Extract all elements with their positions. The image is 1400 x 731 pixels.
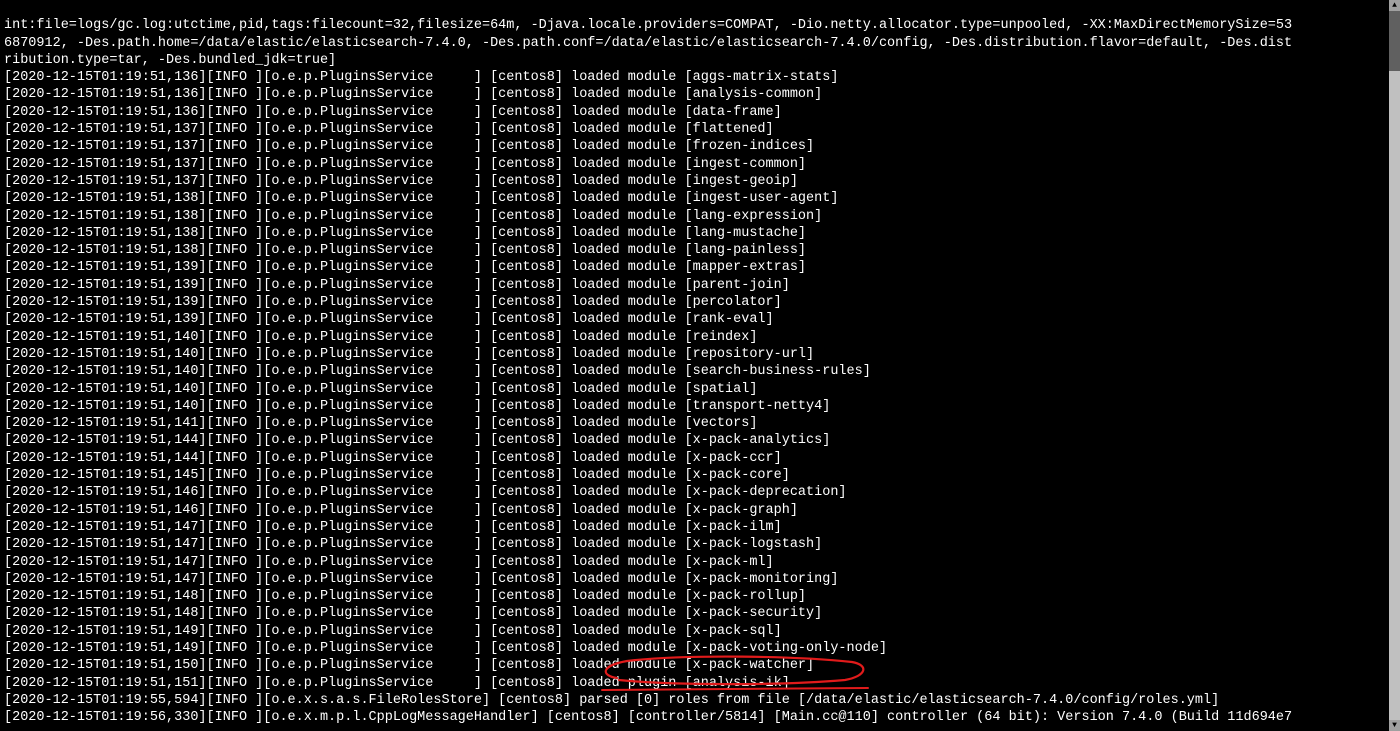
log-line: [2020-12-15T01:19:51,148][INFO ][o.e.p.P… [4,589,806,604]
log-line: [2020-12-15T01:19:51,151][INFO ][o.e.p.P… [4,676,790,691]
log-line: [2020-12-15T01:19:51,139][INFO ][o.e.p.P… [4,260,806,275]
log-line: [2020-12-15T01:19:51,138][INFO ][o.e.p.P… [4,243,806,258]
log-line: [2020-12-15T01:19:51,139][INFO ][o.e.p.P… [4,295,782,310]
log-line: [2020-12-15T01:19:51,137][INFO ][o.e.p.P… [4,157,806,172]
log-line: [2020-12-15T01:19:51,138][INFO ][o.e.p.P… [4,191,838,206]
log-line: [2020-12-15T01:19:51,144][INFO ][o.e.p.P… [4,433,830,448]
log-line: [2020-12-15T01:19:51,149][INFO ][o.e.p.P… [4,641,887,656]
log-line: [2020-12-15T01:19:51,146][INFO ][o.e.p.P… [4,503,798,518]
log-line: [2020-12-15T01:19:51,140][INFO ][o.e.p.P… [4,330,757,345]
log-line: [2020-12-15T01:19:51,147][INFO ][o.e.p.P… [4,537,822,552]
header-line-1: int:file=logs/gc.log:utctime,pid,tags:fi… [4,18,1292,33]
log-line: [2020-12-15T01:19:51,140][INFO ][o.e.p.P… [4,382,757,397]
log-line: [2020-12-15T01:19:51,148][INFO ][o.e.p.P… [4,606,822,621]
log-line: [2020-12-15T01:19:51,139][INFO ][o.e.p.P… [4,278,790,293]
log-line: [2020-12-15T01:19:51,140][INFO ][o.e.p.P… [4,347,814,362]
log-line: [2020-12-15T01:19:51,147][INFO ][o.e.p.P… [4,555,774,570]
log-line: [2020-12-15T01:19:51,147][INFO ][o.e.p.P… [4,572,838,587]
log-line: [2020-12-15T01:19:51,138][INFO ][o.e.p.P… [4,226,806,241]
log-line: [2020-12-15T01:19:51,136][INFO ][o.e.p.P… [4,87,822,102]
vertical-scrollbar[interactable]: ▲ ▼ [1389,0,1400,731]
log-line: [2020-12-15T01:19:51,141][INFO ][o.e.p.P… [4,416,757,431]
log-line: [2020-12-15T01:19:51,140][INFO ][o.e.p.P… [4,399,830,414]
log-line: [2020-12-15T01:19:51,145][INFO ][o.e.p.P… [4,468,790,483]
log-line: [2020-12-15T01:19:51,150][INFO ][o.e.p.P… [4,658,814,673]
log-line: [2020-12-15T01:19:51,139][INFO ][o.e.p.P… [4,312,774,327]
log-line: [2020-12-15T01:19:55,594][INFO ][o.e.x.s… [4,693,1219,708]
log-line: [2020-12-15T01:19:51,136][INFO ][o.e.p.P… [4,105,782,120]
log-line: [2020-12-15T01:19:51,144][INFO ][o.e.p.P… [4,451,782,466]
log-line: [2020-12-15T01:19:51,149][INFO ][o.e.p.P… [4,624,782,639]
log-line: [2020-12-15T01:19:51,137][INFO ][o.e.p.P… [4,122,774,137]
log-line: [2020-12-15T01:19:51,140][INFO ][o.e.p.P… [4,364,871,379]
header-line-3: ribution.type=tar, -Des.bundled_jdk=true… [4,53,336,68]
log-line: [2020-12-15T01:19:51,137][INFO ][o.e.p.P… [4,139,814,154]
log-line: [2020-12-15T01:19:56,330][INFO ][o.e.x.m… [4,710,1292,725]
terminal-output: int:file=logs/gc.log:utctime,pid,tags:fi… [0,0,1389,731]
scrollbar-up-arrow[interactable]: ▲ [1389,0,1400,11]
scrollbar-thumb[interactable] [1389,11,1400,71]
header-line-2: 6870912, -Des.path.home=/data/elastic/el… [4,36,1292,51]
log-line: [2020-12-15T01:19:51,146][INFO ][o.e.p.P… [4,485,847,500]
log-line: [2020-12-15T01:19:51,137][INFO ][o.e.p.P… [4,174,798,189]
log-line: [2020-12-15T01:19:51,138][INFO ][o.e.p.P… [4,209,822,224]
scrollbar-down-arrow[interactable]: ▼ [1389,720,1400,731]
log-line: [2020-12-15T01:19:51,147][INFO ][o.e.p.P… [4,520,782,535]
log-line: [2020-12-15T01:19:51,136][INFO ][o.e.p.P… [4,70,838,85]
